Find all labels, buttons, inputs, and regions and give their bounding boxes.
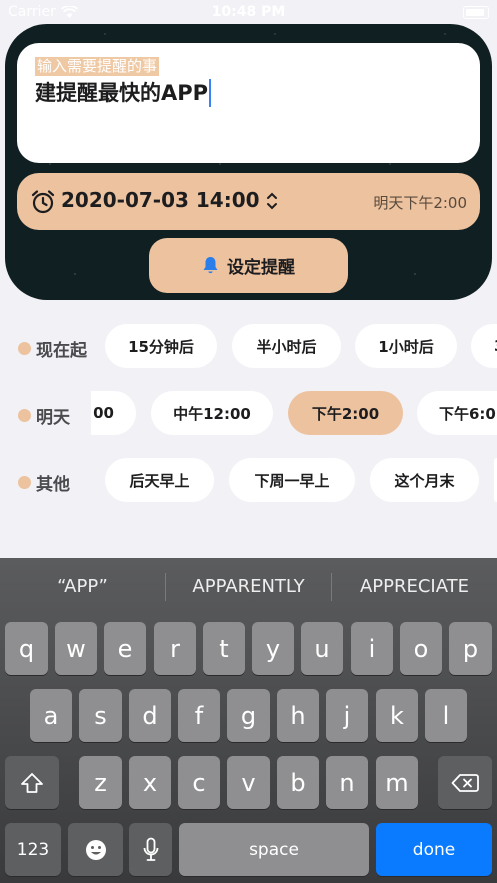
numbers-key[interactable]: 123 bbox=[5, 823, 61, 876]
key-x[interactable]: x bbox=[129, 756, 171, 809]
chevron-up-down-icon bbox=[267, 192, 277, 210]
chip-afternoon-2[interactable]: 下午2:00 bbox=[288, 391, 403, 435]
datetime-value: 2020-07-03 14:00 bbox=[61, 188, 260, 212]
key-o[interactable]: o bbox=[400, 622, 442, 675]
key-s[interactable]: s bbox=[79, 689, 122, 742]
dictation-key[interactable] bbox=[129, 823, 172, 876]
key-p[interactable]: p bbox=[449, 622, 492, 675]
backspace-icon bbox=[451, 773, 479, 792]
quick-row-from-now: 现在起 15分钟后 半小时后 1小时后 3 bbox=[0, 324, 497, 370]
chip-1-hour[interactable]: 1小时后 bbox=[355, 324, 457, 368]
chip-day-after-morning[interactable]: 后天早上 bbox=[105, 458, 214, 502]
datetime-relative-label: 明天下午2:00 bbox=[373, 194, 467, 212]
key-a[interactable]: a bbox=[30, 689, 72, 742]
key-n[interactable]: n bbox=[326, 756, 368, 809]
done-key[interactable]: done bbox=[376, 823, 492, 876]
key-f[interactable]: f bbox=[178, 689, 220, 742]
emoji-icon bbox=[85, 839, 106, 860]
alarm-clock-icon bbox=[31, 190, 55, 214]
key-q[interactable]: q bbox=[5, 622, 48, 675]
row-dot bbox=[18, 476, 31, 489]
datetime-picker[interactable]: 2020-07-03 14:00 明天下午2:00 bbox=[17, 173, 480, 230]
chip-month-end[interactable]: 这个月末 bbox=[370, 458, 479, 502]
reminder-input-placeholder: 输入需要提醒的事 bbox=[35, 57, 160, 76]
chip-evening-6[interactable]: 下午6:0 bbox=[417, 391, 497, 435]
chip-next-monday[interactable]: 下周一早上 bbox=[229, 458, 355, 502]
row-label-text: 现在起 bbox=[36, 341, 87, 361]
chip-half-hour[interactable]: 半小时后 bbox=[232, 324, 341, 368]
chip-noon-12[interactable]: 中午12:00 bbox=[151, 391, 273, 435]
microphone-icon bbox=[143, 837, 158, 861]
key-b[interactable]: b bbox=[277, 756, 319, 809]
chip-3-hours[interactable]: 3 bbox=[471, 324, 497, 368]
row-label-text: 其他 bbox=[36, 475, 70, 495]
chip-morning-partial[interactable]: 00 bbox=[91, 391, 136, 435]
reminder-text-field[interactable]: 输入需要提醒的事 建提醒最快的APP bbox=[17, 43, 480, 163]
key-v[interactable]: v bbox=[227, 756, 270, 809]
key-k[interactable]: k bbox=[376, 689, 418, 742]
space-key[interactable]: space bbox=[179, 823, 369, 876]
keyboard: “APP” APPARENTLY APPRECIATE q w e r t y … bbox=[0, 558, 497, 883]
reminder-input-value: 建提醒最快的APP bbox=[35, 81, 209, 105]
reminder-panel: 输入需要提醒的事 建提醒最快的APP 2020-07-03 14:00 明天下午… bbox=[5, 24, 492, 300]
suggestion-bar: “APP” APPARENTLY APPRECIATE bbox=[0, 558, 497, 616]
key-r[interactable]: r bbox=[154, 622, 196, 675]
set-reminder-label: 设定提醒 bbox=[227, 258, 295, 278]
quick-row-tomorrow: 明天 00 中午12:00 下午2:00 下午6:0 bbox=[0, 391, 497, 437]
key-u[interactable]: u bbox=[301, 622, 343, 675]
key-t[interactable]: t bbox=[203, 622, 245, 675]
key-i[interactable]: i bbox=[351, 622, 393, 675]
row-label-from-now: 现在起 bbox=[18, 336, 87, 361]
row-dot bbox=[18, 409, 31, 422]
suggestion-item[interactable]: APPRECIATE bbox=[332, 576, 497, 597]
battery-icon bbox=[463, 6, 489, 19]
key-y[interactable]: y bbox=[252, 622, 294, 675]
key-m[interactable]: m bbox=[376, 756, 418, 809]
row-label-text: 明天 bbox=[36, 408, 70, 428]
chip-15-minutes[interactable]: 15分钟后 bbox=[105, 324, 217, 368]
row-label-tomorrow: 明天 bbox=[18, 403, 70, 428]
row-label-other: 其他 bbox=[18, 470, 70, 495]
key-c[interactable]: c bbox=[178, 756, 220, 809]
row-dot bbox=[18, 342, 31, 355]
emoji-key[interactable] bbox=[68, 823, 123, 876]
delete-key[interactable] bbox=[438, 756, 492, 809]
set-reminder-button[interactable]: 设定提醒 bbox=[149, 238, 348, 293]
key-l[interactable]: l bbox=[425, 689, 467, 742]
key-e[interactable]: e bbox=[104, 622, 146, 675]
bell-icon bbox=[203, 257, 218, 274]
key-h[interactable]: h bbox=[277, 689, 319, 742]
suggestion-item[interactable]: “APP” bbox=[0, 576, 165, 597]
reminder-input-value-wrap: 建提醒最快的APP bbox=[35, 79, 212, 107]
key-g[interactable]: g bbox=[227, 689, 270, 742]
quick-row-other: 其他 后天早上 下周一早上 这个月末 bbox=[0, 458, 497, 504]
shift-icon bbox=[21, 772, 43, 793]
key-d[interactable]: d bbox=[129, 689, 171, 742]
status-time: 10:48 PM bbox=[211, 4, 286, 20]
key-w[interactable]: w bbox=[55, 622, 97, 675]
shift-key[interactable] bbox=[5, 756, 59, 809]
suggestion-item[interactable]: APPARENTLY bbox=[166, 576, 331, 597]
key-j[interactable]: j bbox=[326, 689, 368, 742]
key-z[interactable]: z bbox=[79, 756, 122, 809]
text-caret bbox=[209, 79, 212, 107]
status-bar: Carrier 10:48 PM bbox=[0, 0, 497, 24]
